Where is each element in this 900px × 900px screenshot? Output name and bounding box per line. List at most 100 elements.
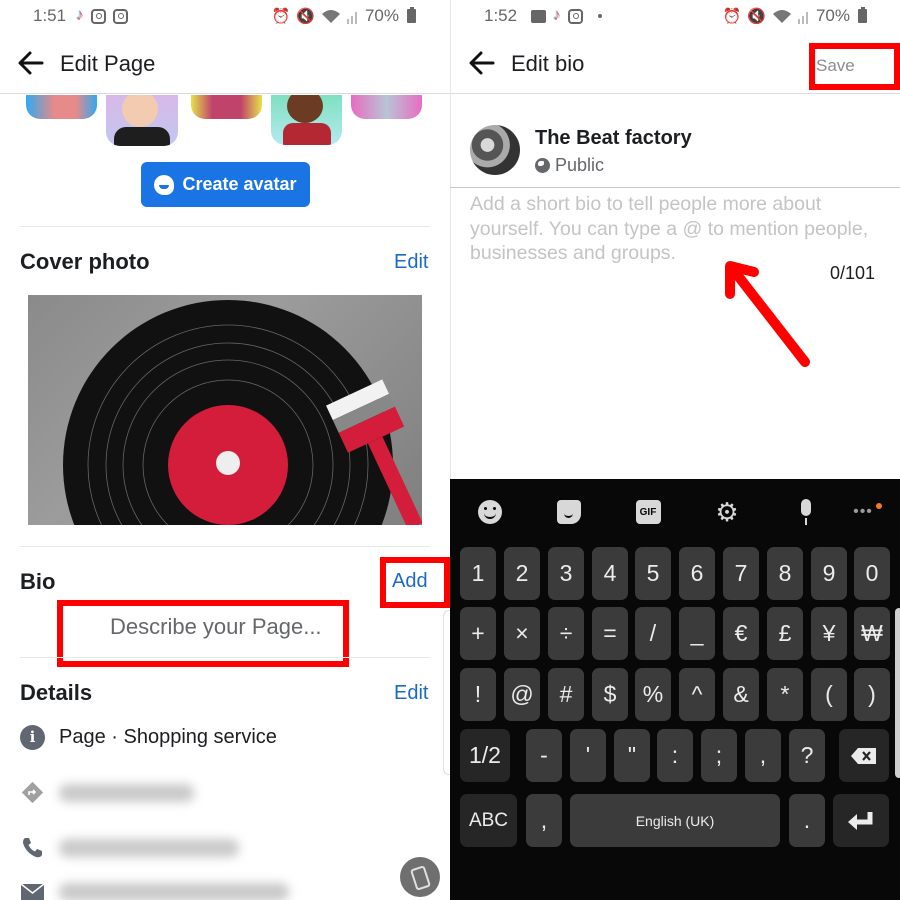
- emoji-button[interactable]: [477, 499, 503, 525]
- divider: [20, 546, 430, 547]
- detail-row-email: [20, 882, 289, 900]
- key-symbol[interactable]: @: [504, 668, 540, 721]
- key-symbol[interactable]: +: [460, 607, 496, 660]
- space-key[interactable]: English (UK): [570, 794, 780, 847]
- key-symbol[interactable]: ): [854, 668, 890, 721]
- period-key[interactable]: .: [789, 794, 825, 847]
- floating-device-button[interactable]: [400, 857, 440, 897]
- key-7[interactable]: 8: [767, 547, 803, 600]
- key-symbol[interactable]: ^: [679, 668, 715, 721]
- instagram-icon: [568, 8, 583, 24]
- email-icon: [20, 883, 45, 900]
- avatar: [470, 125, 520, 175]
- mic-button[interactable]: [793, 499, 819, 525]
- settings-button[interactable]: ⚙: [714, 497, 740, 527]
- page-toggle-key[interactable]: 1/2: [460, 729, 510, 782]
- avatar-thumbnail[interactable]: [106, 95, 178, 146]
- key-symbol[interactable]: ': [570, 729, 606, 782]
- cover-photo-edit-link[interactable]: Edit: [394, 251, 428, 274]
- abc-key[interactable]: ABC: [460, 794, 517, 847]
- create-avatar-button[interactable]: Create avatar: [141, 162, 310, 207]
- key-8[interactable]: 9: [811, 547, 847, 600]
- avatar-thumbnail[interactable]: [191, 95, 262, 119]
- bio-input[interactable]: [470, 192, 870, 272]
- detail-row-phone: [20, 835, 239, 860]
- system-icons: ⏰ 🔇 70%: [723, 6, 867, 26]
- vinyl-record-illustration: [63, 300, 422, 525]
- key-symbol[interactable]: ": [614, 729, 650, 782]
- divider: [450, 187, 900, 188]
- avatar-thumbnail[interactable]: [26, 95, 97, 119]
- key-symbol[interactable]: ₩: [854, 607, 890, 660]
- wifi-icon: [772, 10, 791, 23]
- key-5[interactable]: 6: [679, 547, 715, 600]
- avatar-icon: [154, 174, 175, 195]
- emoji-icon: [478, 500, 502, 524]
- key-symbol[interactable]: $: [592, 668, 628, 721]
- privacy-indicator[interactable]: Public: [535, 155, 604, 176]
- blurred-username: [59, 783, 194, 802]
- comma-key[interactable]: ,: [526, 794, 562, 847]
- enter-key[interactable]: [833, 794, 889, 847]
- sticker-button[interactable]: [556, 499, 582, 525]
- key-symbol[interactable]: #: [548, 668, 584, 721]
- key-symbol[interactable]: ÷: [548, 607, 584, 660]
- key-symbol[interactable]: €: [723, 607, 759, 660]
- alarm-icon: ⏰: [271, 8, 291, 25]
- tiktok-icon: ♪: [553, 7, 561, 24]
- key-0[interactable]: 1: [460, 547, 496, 600]
- avatar-thumbnail[interactable]: [351, 95, 422, 119]
- more-button[interactable]: •••: [850, 499, 876, 525]
- key-2[interactable]: 3: [548, 547, 584, 600]
- backspace-icon: [851, 747, 876, 764]
- key-symbol[interactable]: &: [723, 668, 759, 721]
- key-9[interactable]: 0: [854, 547, 890, 600]
- key-symbol[interactable]: £: [767, 607, 803, 660]
- character-counter: 0/101: [830, 263, 876, 283]
- key-symbol[interactable]: ¥: [811, 607, 847, 660]
- key-symbol[interactable]: :: [657, 729, 693, 782]
- key-symbol[interactable]: ;: [701, 729, 737, 782]
- key-symbol[interactable]: ×: [504, 607, 540, 660]
- key-symbol[interactable]: _: [679, 607, 715, 660]
- scroll-edge: [895, 608, 900, 778]
- details-edit-link[interactable]: Edit: [394, 682, 428, 705]
- save-button[interactable]: Save: [816, 56, 855, 76]
- info-icon: i: [20, 725, 45, 750]
- key-6[interactable]: 7: [723, 547, 759, 600]
- detail-text: Page · Shopping service: [59, 726, 277, 748]
- arrow-left-icon[interactable]: [467, 48, 497, 78]
- key-symbol[interactable]: (: [811, 668, 847, 721]
- backspace-key[interactable]: [839, 729, 889, 782]
- key-symbol[interactable]: ?: [789, 729, 825, 782]
- signal-icon: [346, 11, 357, 24]
- key-4[interactable]: 5: [635, 547, 671, 600]
- key-symbol[interactable]: =: [592, 607, 628, 660]
- bio-add-link[interactable]: Add: [392, 570, 428, 593]
- key-3[interactable]: 4: [592, 547, 628, 600]
- key-symbol[interactable]: /: [635, 607, 671, 660]
- key-symbol[interactable]: *: [767, 668, 803, 721]
- on-screen-keyboard: GIF ⚙ ••• 1 2 3 4 5 6 7 8 9 0 + × ÷ = / _ € £ ¥ ₩! @ # $% ^ & *()…: [450, 479, 900, 900]
- page-title: Edit bio: [511, 51, 585, 76]
- key-symbol[interactable]: -: [526, 729, 562, 782]
- key-symbol[interactable]: ,: [745, 729, 781, 782]
- detail-row-category: i Page · Shopping service: [20, 725, 277, 750]
- sticker-icon: [557, 500, 581, 524]
- gif-button[interactable]: GIF: [635, 499, 661, 525]
- blurred-phone: [59, 838, 239, 857]
- profile-name: The Beat factory: [535, 127, 692, 149]
- cover-photo-image[interactable]: [28, 295, 422, 525]
- details-title: Details: [20, 680, 93, 705]
- avatar-thumbnail[interactable]: [271, 95, 342, 145]
- bio-placeholder[interactable]: Describe your Page...: [110, 614, 322, 640]
- keyboard-toolbar: GIF ⚙ •••: [450, 479, 900, 549]
- notification-icons: ♪: [531, 7, 602, 25]
- create-avatar-label: Create avatar: [182, 174, 297, 194]
- arrow-left-icon[interactable]: [16, 48, 46, 78]
- avatar-gallery: [0, 95, 450, 150]
- key-symbol[interactable]: !: [460, 668, 496, 721]
- globe-icon: [535, 158, 550, 173]
- key-1[interactable]: 2: [504, 547, 540, 600]
- key-symbol[interactable]: %: [635, 668, 671, 721]
